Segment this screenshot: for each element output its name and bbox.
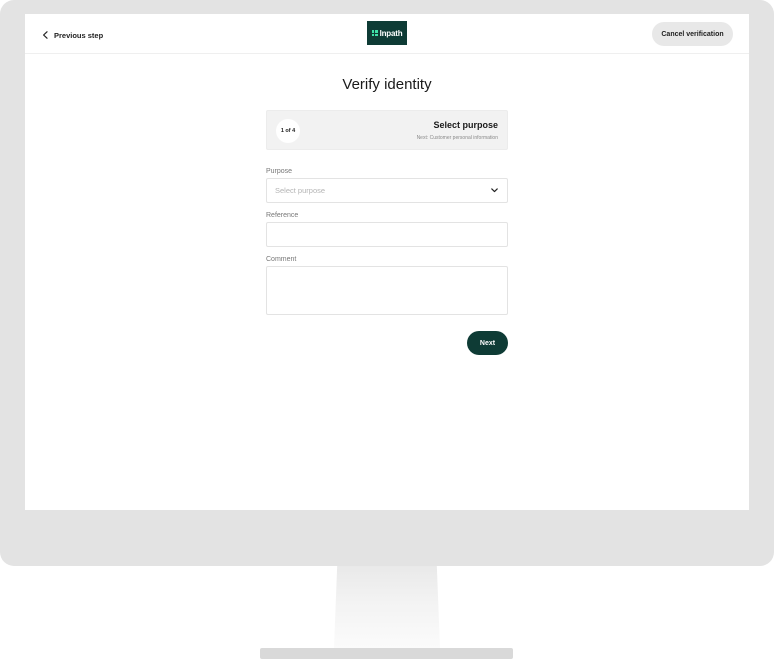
app-screen: Previous step Inpath Cancel verification… <box>25 14 749 510</box>
step-count-badge: 1 of 4 <box>276 119 300 143</box>
monitor-stand-neck <box>334 566 440 648</box>
page-title: Verify identity <box>342 76 432 93</box>
previous-step-button[interactable]: Previous step <box>42 28 103 42</box>
inpath-logo-mark <box>371 30 378 36</box>
purpose-select[interactable]: Select purpose <box>266 178 508 203</box>
purpose-select-placeholder: Select purpose <box>275 186 326 195</box>
comment-textarea[interactable] <box>266 266 508 315</box>
logo-text: Inpath <box>379 28 403 38</box>
next-step-hint: Next: Customer personal information <box>416 135 498 141</box>
next-button[interactable]: Next <box>467 331 508 355</box>
top-bar: Previous step Inpath Cancel verification <box>25 14 749 54</box>
step-title: Select purpose <box>433 120 498 130</box>
previous-step-label: Previous step <box>54 30 104 40</box>
monitor-stand-base <box>260 648 513 659</box>
chevron-left-icon <box>43 31 48 39</box>
purpose-label: Purpose <box>266 168 293 175</box>
cancel-verification-button[interactable]: Cancel verification <box>652 22 733 46</box>
reference-label: Reference <box>266 212 299 219</box>
step-indicator-card: 1 of 4 Select purpose Next: Customer per… <box>266 110 508 150</box>
inpath-logo: Inpath <box>367 21 407 45</box>
monitor-frame: Previous step Inpath Cancel verification… <box>0 0 774 566</box>
comment-label: Comment <box>266 256 297 263</box>
reference-input[interactable] <box>266 222 508 247</box>
chevron-down-icon <box>491 188 498 193</box>
